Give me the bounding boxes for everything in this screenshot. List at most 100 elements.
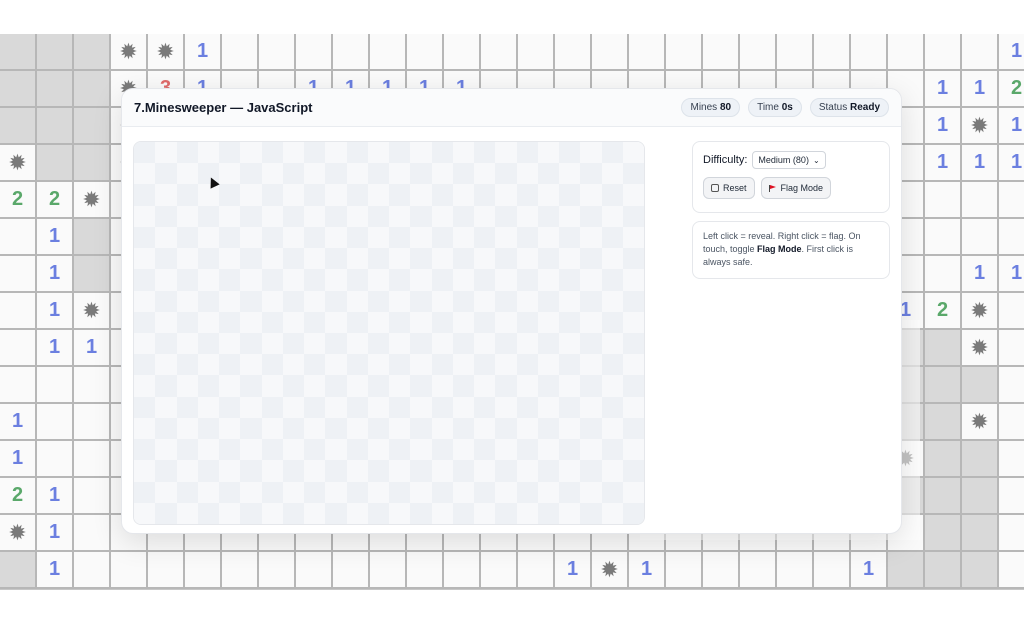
board-tile[interactable] (431, 502, 453, 524)
board-tile[interactable] (516, 354, 538, 376)
board-tile[interactable] (219, 460, 241, 482)
board-tile[interactable] (474, 460, 496, 482)
board-tile[interactable] (282, 417, 304, 440)
board-tile[interactable] (410, 375, 432, 397)
board-tile[interactable] (452, 226, 474, 249)
board-tile[interactable] (622, 163, 644, 185)
board-tile[interactable] (176, 439, 198, 461)
board-tile[interactable] (155, 205, 177, 227)
board-tile[interactable] (134, 226, 156, 249)
board-tile[interactable] (601, 205, 623, 227)
board-tile[interactable] (304, 332, 326, 355)
board-tile[interactable] (219, 205, 241, 227)
board-tile[interactable] (134, 354, 156, 376)
board-tile[interactable] (197, 311, 219, 333)
board-tile[interactable] (240, 502, 262, 524)
board-tile[interactable] (346, 481, 368, 503)
board-tile[interactable] (261, 439, 283, 461)
board-tile[interactable] (580, 184, 602, 206)
board-tile[interactable] (410, 290, 432, 312)
board-tile[interactable] (346, 269, 368, 291)
board-tile[interactable] (346, 205, 368, 227)
board-tile[interactable] (240, 184, 262, 206)
board-tile[interactable] (176, 290, 198, 312)
board-tile[interactable] (197, 142, 219, 164)
board-tile[interactable] (304, 226, 326, 249)
board-tile[interactable] (495, 142, 517, 164)
board-tile[interactable] (537, 396, 559, 418)
board-tile[interactable] (389, 354, 411, 376)
board-tile[interactable] (431, 439, 453, 461)
board-tile[interactable] (389, 396, 411, 418)
board-tile[interactable] (219, 269, 241, 291)
board-tile[interactable] (134, 205, 156, 227)
board-tile[interactable] (304, 502, 326, 524)
board-tile[interactable] (601, 269, 623, 291)
board-tile[interactable] (367, 375, 389, 397)
board-tile[interactable] (325, 226, 347, 249)
board-tile[interactable] (176, 142, 198, 164)
board-tile[interactable] (537, 184, 559, 206)
board-tile[interactable] (325, 460, 347, 482)
board-tile[interactable] (219, 163, 241, 185)
board-tile[interactable] (155, 142, 177, 164)
board-tile[interactable] (261, 460, 283, 482)
board-tile[interactable] (389, 290, 411, 312)
board-tile[interactable] (559, 269, 581, 291)
board-tile[interactable] (622, 311, 644, 333)
board-tile[interactable] (622, 290, 644, 312)
board-tile[interactable] (134, 332, 156, 355)
board-tile[interactable] (516, 269, 538, 291)
board-tile[interactable] (559, 163, 581, 185)
board-tile[interactable] (580, 481, 602, 503)
board-tile[interactable] (474, 290, 496, 312)
board-tile[interactable] (580, 269, 602, 291)
board-tile[interactable] (580, 396, 602, 418)
board-tile[interactable] (240, 163, 262, 185)
board-tile[interactable] (601, 354, 623, 376)
board-tile[interactable] (346, 226, 368, 249)
board-tile[interactable] (197, 184, 219, 206)
board-tile[interactable] (580, 354, 602, 376)
board-tile[interactable] (304, 481, 326, 503)
board-tile[interactable] (474, 417, 496, 440)
board-tile[interactable] (410, 332, 432, 355)
board-tile[interactable] (240, 417, 262, 440)
board-tile[interactable] (495, 460, 517, 482)
board-tile[interactable] (452, 205, 474, 227)
board-tile[interactable] (261, 332, 283, 355)
board-tile[interactable] (155, 354, 177, 376)
board-tile[interactable] (559, 375, 581, 397)
board-tile[interactable] (134, 439, 156, 461)
board-tile[interactable] (516, 375, 538, 397)
board-tile[interactable] (410, 163, 432, 185)
board-tile[interactable] (240, 354, 262, 376)
board-tile[interactable] (431, 290, 453, 312)
board-tile[interactable] (367, 269, 389, 291)
board-tile[interactable] (452, 354, 474, 376)
board-tile[interactable] (580, 439, 602, 461)
board-tile[interactable] (134, 311, 156, 333)
board-tile[interactable] (410, 269, 432, 291)
board-tile[interactable] (219, 375, 241, 397)
board-tile[interactable] (601, 502, 623, 524)
board-tile[interactable] (261, 269, 283, 291)
board-tile[interactable] (580, 502, 602, 524)
board-tile[interactable] (431, 354, 453, 376)
board-tile[interactable] (325, 269, 347, 291)
board-tile[interactable] (601, 332, 623, 355)
board-tile[interactable] (474, 311, 496, 333)
board-tile[interactable] (240, 205, 262, 227)
board-tile[interactable] (474, 163, 496, 185)
board-tile[interactable] (622, 481, 644, 503)
board-tile[interactable] (389, 481, 411, 503)
board-tile[interactable] (282, 226, 304, 249)
board-tile[interactable] (452, 502, 474, 524)
board-tile[interactable] (155, 332, 177, 355)
board-tile[interactable] (495, 205, 517, 227)
board-tile[interactable] (282, 205, 304, 227)
board-tile[interactable] (346, 502, 368, 524)
board-tile[interactable] (219, 184, 241, 206)
board-tile[interactable] (367, 205, 389, 227)
board-tile[interactable] (282, 269, 304, 291)
